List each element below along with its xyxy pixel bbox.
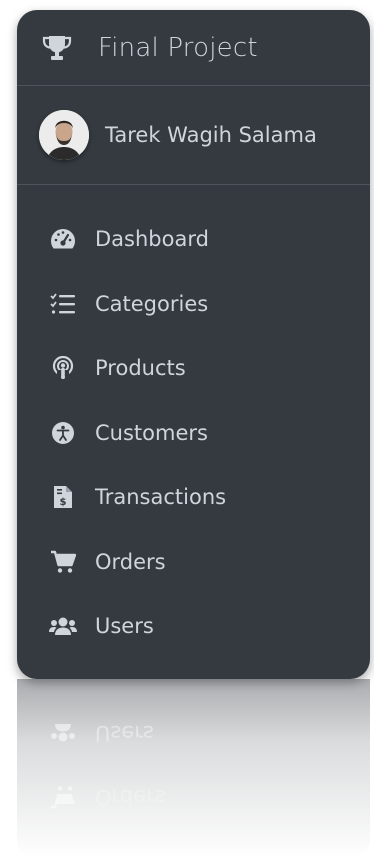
reflection-users-label: Users [95,721,154,745]
reflection-orders-label: Orders [95,785,166,809]
brand-title: Final Project [98,32,258,63]
nav-item-dashboard[interactable]: Dashboard [17,207,370,272]
users-icon [49,719,77,747]
shopping-cart-icon [49,783,77,811]
list-check-icon [49,290,77,318]
svg-text:$: $ [60,497,67,508]
nav-label-dashboard: Dashboard [95,227,209,252]
nav-item-categories[interactable]: Categories [17,272,370,337]
nav-label-users: Users [95,614,154,639]
sidebar: Final Project Tarek Wagih Salama Dashboa… [17,10,370,679]
brand-link[interactable]: Final Project [17,10,370,86]
podcast-icon [49,354,77,382]
nav-label-categories: Categories [95,291,209,316]
shopping-cart-icon [49,548,77,576]
nav-item-customers[interactable]: Customers [17,401,370,466]
nav-item-orders[interactable]: Orders [17,530,370,595]
user-name: Tarek Wagih Salama [105,123,317,147]
nav-label-products: Products [95,356,186,381]
nav-label-transactions: Transactions [95,485,227,510]
avatar [39,110,89,160]
nav-item-users[interactable]: Users [17,594,370,659]
tachometer-icon [49,225,77,253]
trophy-icon [42,33,72,63]
users-icon [49,612,77,640]
user-panel[interactable]: Tarek Wagih Salama [17,86,370,185]
nav-label-customers: Customers [95,420,208,445]
reflection-orders: Orders [49,783,166,811]
nav-label-orders: Orders [95,549,166,574]
sidebar-reflection: Users Orders [17,679,370,859]
nav-item-products[interactable]: Products [17,336,370,401]
nav-item-transactions[interactable]: $ Transactions [17,465,370,530]
accessibility-icon [49,419,77,447]
reflection-users: Users [49,719,154,747]
invoice-dollar-icon: $ [49,483,77,511]
nav-menu: Dashboard Categories Products Customers … [17,185,370,659]
